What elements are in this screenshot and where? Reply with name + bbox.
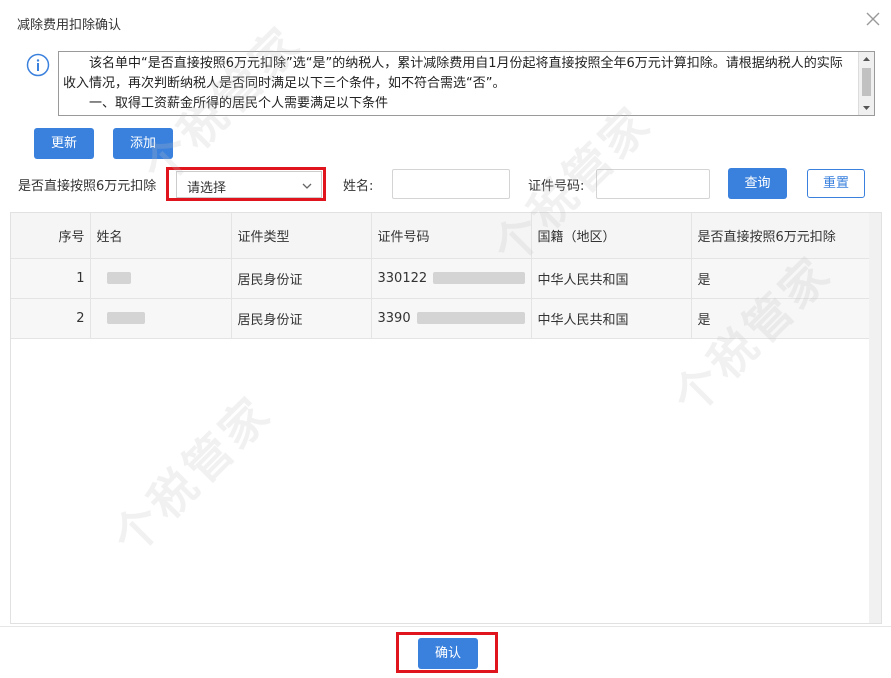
cell-index: 2 (11, 297, 91, 339)
notice-text: 该名单中“是否直接按照6万元扣除”选“是”的纳税人，累计减除费用自1月份起将直接… (63, 54, 855, 114)
cell-id-type: 居民身份证 (230, 297, 372, 339)
notice-scrollbar[interactable] (858, 52, 874, 115)
scroll-down-icon[interactable] (859, 101, 874, 115)
redacted-id-number (433, 272, 526, 284)
id-number-input[interactable] (596, 169, 710, 199)
cell-deduct: 是 (690, 257, 872, 299)
notice-textarea[interactable]: 该名单中“是否直接按照6万元扣除”选“是”的纳税人，累计减除费用自1月份起将直接… (58, 51, 875, 116)
column-header-id-type[interactable]: 证件类型 (230, 213, 372, 259)
name-filter-label: 姓名: (343, 179, 374, 194)
table-scrollbar[interactable] (869, 213, 881, 623)
notice-line: 一、取得工资薪金所得的居民个人需要满足以下条件 (89, 96, 389, 111)
scroll-thumb[interactable] (862, 68, 871, 96)
cell-name (89, 297, 232, 339)
cell-nationality: 中华人民共和国 (530, 297, 692, 339)
footer-divider (0, 626, 891, 627)
close-icon[interactable] (862, 8, 884, 30)
table-row[interactable]: 2 居民身份证 3390 中华人民共和国 是 (11, 297, 872, 339)
redacted-name (106, 312, 145, 324)
cell-id-number-text: 330122 (377, 270, 428, 286)
column-header-id-number[interactable]: 证件号码 (370, 213, 532, 259)
cell-deduct: 是 (690, 297, 872, 339)
dialog-title: 减除费用扣除确认 (17, 18, 122, 33)
deduction-confirm-dialog: 减除费用扣除确认 该名单中“是否直接按照6万元扣除”选“是”的纳税人，累计减除费… (0, 0, 891, 678)
cell-id-type: 居民身份证 (230, 257, 372, 299)
deduct-select-value: 请选择 (187, 181, 227, 196)
confirm-button[interactable]: 确认 (418, 638, 478, 669)
reset-button[interactable]: 重置 (807, 169, 865, 198)
redacted-name (106, 272, 131, 284)
table-row[interactable]: 1 居民身份证 330122 中华人民共和国 是 (11, 257, 872, 299)
cell-name (89, 257, 232, 299)
query-button[interactable]: 查询 (728, 168, 787, 199)
cell-nationality: 中华人民共和国 (530, 257, 692, 299)
notice-line: 该名单中“是否直接按照6万元扣除”选“是”的纳税人，累计减除费用自1月份起将直接… (63, 56, 843, 91)
update-button[interactable]: 更新 (34, 128, 94, 159)
name-input[interactable] (392, 169, 510, 199)
cell-id-number: 330122 (370, 257, 532, 299)
add-button[interactable]: 添加 (113, 128, 173, 159)
redacted-id-number (416, 312, 525, 324)
chevron-down-icon (301, 180, 313, 190)
taxpayer-table: 序号 姓名 证件类型 证件号码 国籍（地区） 是否直接按照6万元扣除 1 居民身… (10, 212, 882, 624)
cell-id-number: 3390 (370, 297, 532, 339)
column-header-deduct[interactable]: 是否直接按照6万元扣除 (690, 213, 872, 259)
column-header-index[interactable]: 序号 (11, 213, 91, 259)
deduct-select[interactable]: 请选择 (176, 171, 322, 198)
scroll-up-icon[interactable] (859, 52, 874, 66)
deduct-filter-label: 是否直接按照6万元扣除 (18, 179, 157, 194)
column-header-nationality[interactable]: 国籍（地区） (530, 213, 692, 259)
dialog-title-bar: 减除费用扣除确认 (0, 0, 891, 44)
info-icon (26, 53, 50, 77)
cell-index: 1 (11, 257, 91, 299)
column-header-name[interactable]: 姓名 (89, 213, 232, 259)
table-header-row: 序号 姓名 证件类型 证件号码 国籍（地区） 是否直接按照6万元扣除 (11, 213, 872, 259)
cell-id-number-text: 3390 (377, 310, 411, 326)
id-filter-label: 证件号码: (528, 179, 585, 194)
